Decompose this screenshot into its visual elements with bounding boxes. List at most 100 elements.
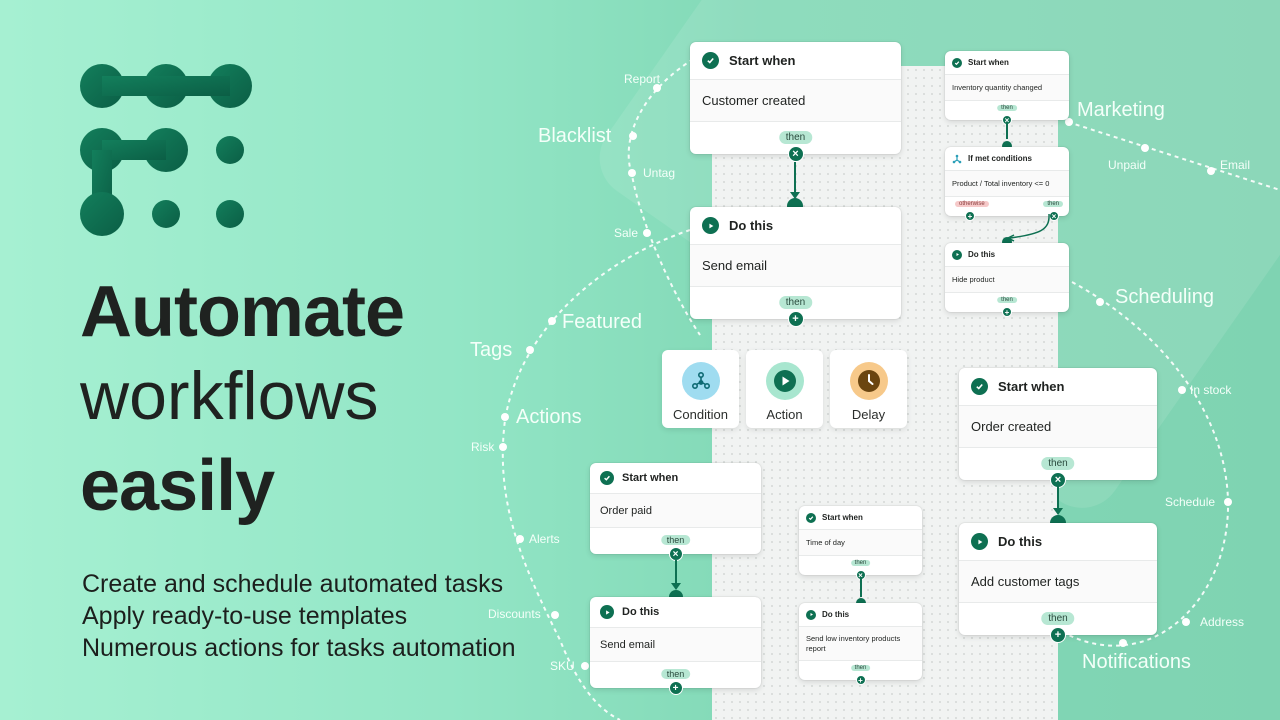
card-title: Start when (822, 513, 863, 522)
trigger-card-order-created[interactable]: Start when Order created then × (959, 368, 1157, 488)
action-card-add-customer-tags[interactable]: Do this Add customer tags then + (959, 523, 1157, 643)
card-title: Start when (729, 53, 796, 68)
add-step-icon[interactable]: + (668, 681, 683, 695)
card-title: Do this (729, 218, 774, 233)
card-header: Start when (690, 42, 901, 80)
play-icon (702, 217, 719, 234)
add-step-icon[interactable]: + (855, 675, 866, 685)
orbit-label-alerts: Alerts (529, 532, 560, 546)
otherwise-label: otherwise (955, 201, 989, 207)
card-value: Hide product (945, 267, 1069, 293)
orbit-label-in-stock: In stock (1190, 383, 1232, 397)
orbit-label-address: Address (1200, 615, 1245, 629)
then-label: then (660, 535, 691, 545)
card-header: Do this (590, 597, 761, 628)
orbit-path-marketing (1067, 121, 1280, 191)
orbit-label-discounts: Discounts (488, 607, 541, 621)
orbit-label-report: Report (624, 72, 661, 86)
palette-delay-button[interactable]: Delay (830, 350, 907, 428)
then-label: then (1041, 612, 1075, 625)
then-label: then (1043, 201, 1063, 207)
trigger-card-order-paid[interactable]: Start when Order paid then × (590, 463, 761, 561)
check-icon (600, 471, 614, 485)
flow-connector (1006, 122, 1008, 139)
condition-branch-icon (681, 362, 720, 400)
card-value: Send email (590, 628, 761, 662)
check-icon (952, 57, 962, 68)
orbit-label-sku: SKU (550, 659, 575, 673)
card-header: Do this (690, 207, 901, 245)
remove-connection-icon[interactable]: × (787, 146, 804, 162)
card-value: Add customer tags (959, 561, 1157, 603)
orbit-label-untag: Untag (643, 166, 676, 180)
flow-connector (860, 577, 862, 597)
add-step-icon[interactable]: + (1002, 307, 1012, 317)
orbit-label-notifications: Notifications (1082, 651, 1191, 673)
card-value: Time of day (799, 530, 922, 556)
flow-connector (1057, 482, 1059, 510)
card-title: Do this (968, 250, 996, 259)
arrow-down-icon (1053, 508, 1063, 515)
then-label: then (660, 669, 691, 679)
play-icon (971, 533, 988, 550)
orbit-label-marketing: Marketing (1077, 99, 1165, 121)
card-title: Do this (822, 610, 850, 619)
orbit-label-actions: Actions (516, 406, 582, 428)
condition-branch-icon (952, 154, 962, 164)
card-value: Send low inventory products report (799, 627, 922, 661)
add-step-icon[interactable]: + (787, 311, 804, 327)
orbit-label-email: Email (1220, 158, 1251, 172)
card-value: Send email (690, 245, 901, 287)
trigger-card-inventory-changed[interactable]: Start when Inventory quantity changed th… (945, 51, 1069, 125)
then-label: then (778, 296, 813, 309)
palette-label: Action (766, 407, 803, 422)
card-title: Start when (622, 472, 679, 484)
palette-action-button[interactable]: Action (746, 350, 823, 428)
palette-condition-button[interactable]: Condition (662, 350, 739, 428)
remove-connection-icon[interactable]: × (668, 547, 683, 561)
orbit-label-featured: Featured (562, 311, 643, 333)
play-icon (765, 362, 804, 400)
action-card-send-email[interactable]: Do this Send email then + (690, 207, 901, 327)
card-value: Order created (959, 406, 1157, 448)
flow-connector (794, 162, 796, 192)
then-label: then (850, 560, 871, 566)
then-label: then (997, 297, 1017, 303)
card-header: Do this (959, 523, 1157, 561)
trigger-card-customer-created[interactable]: Start when Customer created then × (690, 42, 901, 162)
action-card-hide-product[interactable]: Do this Hide product then + (945, 243, 1069, 317)
card-header: Do this (799, 603, 922, 627)
card-value: Inventory quantity changed (945, 75, 1069, 101)
palette-label: Condition (673, 407, 728, 422)
orbit-label-sale: Sale (614, 226, 639, 240)
card-value: Product / Total inventory <= 0 (945, 171, 1069, 197)
card-header: Start when (959, 368, 1157, 406)
clock-icon (849, 362, 888, 400)
orbit-label-schedule: Schedule (1165, 495, 1216, 509)
check-icon (971, 378, 988, 395)
card-value: Order paid (590, 494, 761, 528)
card-title: Start when (968, 58, 1009, 67)
action-card-send-email-2[interactable]: Do this Send email then + (590, 597, 761, 695)
card-header: Start when (945, 51, 1069, 75)
then-label: then (778, 131, 813, 144)
condition-card-inventory[interactable]: If met conditions Product / Total invent… (945, 147, 1069, 221)
action-card-low-inventory-report[interactable]: Do this Send low inventory products repo… (799, 603, 922, 685)
card-header: Start when (799, 506, 922, 530)
orbit-label-tags: Tags (470, 339, 513, 361)
flow-connector (675, 560, 677, 584)
then-label: then (850, 665, 871, 671)
card-title: Do this (622, 606, 660, 618)
card-header: Start when (590, 463, 761, 494)
trigger-card-time-of-day[interactable]: Start when Time of day then × (799, 506, 922, 580)
add-step-icon[interactable]: + (965, 211, 975, 221)
card-value: Customer created (690, 80, 901, 122)
card-header: Do this (945, 243, 1069, 267)
orbit-label-blacklist: Blacklist (538, 125, 612, 147)
palette-label: Delay (851, 407, 886, 422)
check-icon (702, 52, 719, 69)
then-label: then (1041, 457, 1075, 470)
orbit-label-scheduling: Scheduling (1115, 286, 1214, 308)
add-step-icon[interactable]: + (1050, 627, 1066, 643)
card-title: Start when (998, 379, 1065, 394)
